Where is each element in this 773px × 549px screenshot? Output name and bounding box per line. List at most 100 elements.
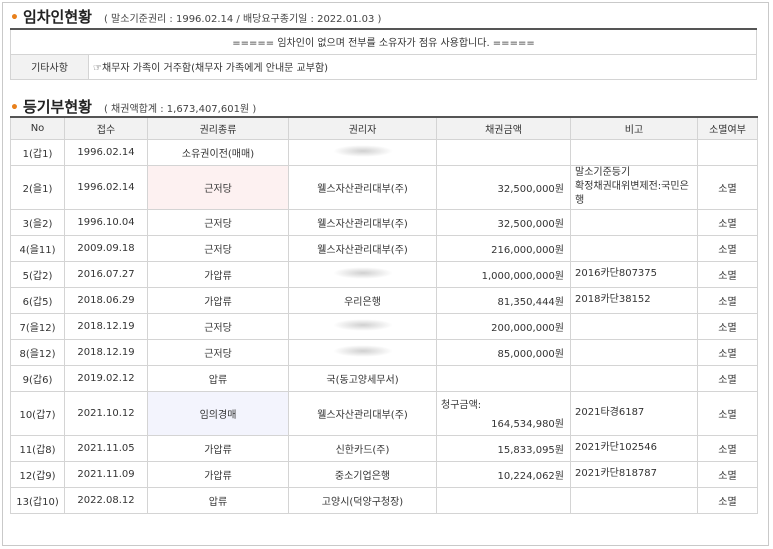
cell-date: 2018.06.29: [64, 286, 148, 314]
cell-holder: 중소기업은행: [288, 460, 437, 488]
cell-status: 소멸: [697, 312, 758, 340]
tenant-notice: ===== 임차인이 없으며 전부를 소유자가 점유 사용합니다. =====: [10, 28, 757, 55]
cell-type: 임의경매: [147, 390, 289, 436]
cell-holder: [288, 312, 437, 340]
etc-label: 기타사항: [10, 53, 89, 80]
cell-memo: [570, 364, 698, 392]
cell-memo: 2016카단807375: [570, 260, 698, 288]
registry-header-row: No 접수 권리종류 권리자 채권금액 비고 소멸여부: [10, 116, 758, 140]
cell-status: 소멸: [697, 208, 758, 236]
col-header-holder: 권리자: [288, 116, 437, 140]
cell-date: 2018.12.19: [64, 338, 148, 366]
table-row: 13(갑10) 2022.08.12 압류 고양시(덕양구청장) 소멸: [10, 486, 758, 514]
cell-no: 9(갑6): [10, 364, 65, 392]
cell-memo: [570, 338, 698, 366]
cell-date: 2016.07.27: [64, 260, 148, 288]
redacted-holder: [332, 344, 393, 357]
cell-status: 소멸: [697, 260, 758, 288]
registry-section-subtitle: ( 채권액합계 : 1,673,407,601원 ): [103, 104, 257, 115]
cell-amount: 32,500,000원: [436, 164, 571, 210]
cell-status: 소멸: [697, 338, 758, 366]
cell-date: 2021.11.05: [64, 434, 148, 462]
cell-date: 2009.09.18: [64, 234, 148, 262]
cell-memo: 2018카단38152: [570, 286, 698, 314]
cell-date: 2019.02.12: [64, 364, 148, 392]
bullet-icon: •: [10, 100, 19, 116]
cell-status: 소멸: [697, 364, 758, 392]
tenant-etc-row: 기타사항 ☞채무자 가족이 거주함(채무자 가족에게 안내문 교부함): [10, 53, 757, 80]
cell-no: 11(갑8): [10, 434, 65, 462]
cell-memo: [570, 234, 698, 262]
registry-table-body: 1(갑1) 1996.02.14 소유권이전(매매) 2(을1) 1996.02.14 근…: [10, 138, 758, 514]
cell-amount: 85,000,000원: [436, 338, 571, 366]
registry-section-header: • 등기부현황 ( 채권액합계 : 1,673,407,601원 ): [10, 96, 256, 117]
cell-no: 3(을2): [10, 208, 65, 236]
tenant-notice-row: ===== 임차인이 없으며 전부를 소유자가 점유 사용합니다. =====: [10, 28, 757, 55]
etc-value: ☞채무자 가족이 거주함(채무자 가족에게 안내문 교부함): [88, 53, 757, 80]
cell-amount: 10,224,062원: [436, 460, 571, 488]
cell-type: 압류: [147, 364, 289, 392]
cell-memo: [570, 312, 698, 340]
cell-type: 가압류: [147, 460, 289, 488]
cell-memo: 2021카단102546: [570, 434, 698, 462]
cell-memo: 2021카단818787: [570, 460, 698, 488]
table-row: 3(을2) 1996.10.04 근저당 웰스자산관리대부(주) 32,500,000원…: [10, 208, 758, 236]
redacted-holder: [332, 144, 393, 157]
table-row: 6(갑5) 2018.06.29 가압류 우리은행 81,350,444원 2018카단3…: [10, 286, 758, 314]
cell-memo: 2021타경6187: [570, 390, 698, 436]
cell-holder: 웰스자산관리대부(주): [288, 208, 437, 236]
cell-type: 가압류: [147, 286, 289, 314]
cell-date: 2021.10.12: [64, 390, 148, 436]
cell-type: 가압류: [147, 434, 289, 462]
cell-type: 근저당: [147, 208, 289, 236]
cell-holder: 고양시(덕양구청장): [288, 486, 437, 514]
table-row: 10(갑7) 2021.10.12 임의경매 웰스자산관리대부(주) 청구금액: 164,…: [10, 390, 758, 436]
cell-holder: 우리은행: [288, 286, 437, 314]
cell-holder: 웰스자산관리대부(주): [288, 234, 437, 262]
tenant-section-header: • 임차인현황 ( 말소기준권리 : 1996.02.14 / 배당요구종기일 …: [10, 6, 381, 27]
cell-holder: 웰스자산관리대부(주): [288, 164, 437, 210]
claim-amount-label: 청구금액:: [441, 400, 482, 411]
cell-amount: [436, 364, 571, 392]
cell-status: 소멸: [697, 390, 758, 436]
cell-status: 소멸: [697, 286, 758, 314]
table-row: 4(을11) 2009.09.18 근저당 웰스자산관리대부(주) 216,000,00…: [10, 234, 758, 262]
cell-status: 소멸: [697, 234, 758, 262]
cell-holder: 국(동고양세무서): [288, 364, 437, 392]
col-header-date: 접수: [64, 116, 148, 140]
cell-memo: [570, 208, 698, 236]
claim-amount-value: 164,534,980원: [491, 419, 564, 430]
cell-type: 근저당: [147, 312, 289, 340]
cell-date: 1996.02.14: [64, 164, 148, 210]
cell-no: 5(갑2): [10, 260, 65, 288]
redacted-holder: [332, 266, 393, 279]
cell-amount: 81,350,444원: [436, 286, 571, 314]
cell-date: 2021.11.09: [64, 460, 148, 488]
cell-status: 소멸: [697, 164, 758, 210]
col-header-amount: 채권금액: [436, 116, 571, 140]
cell-status: [697, 138, 758, 166]
registry-table: No 접수 권리종류 권리자 채권금액 비고 소멸여부 1(갑1) 1996.02…: [10, 116, 758, 514]
cell-type: 소유권이전(매매): [147, 138, 289, 166]
cell-amount: 1,000,000,000원: [436, 260, 571, 288]
col-header-no: No: [10, 116, 65, 140]
cell-type: 압류: [147, 486, 289, 514]
table-row: 2(을1) 1996.02.14 근저당 웰스자산관리대부(주) 32,500,000원…: [10, 164, 758, 210]
cell-amount: 15,833,095원: [436, 434, 571, 462]
cell-amount: 청구금액: 164,534,980원: [436, 390, 571, 436]
cell-date: 1996.10.04: [64, 208, 148, 236]
cell-no: 8(을12): [10, 338, 65, 366]
cell-date: 2018.12.19: [64, 312, 148, 340]
cell-type: 근저당: [147, 164, 289, 210]
table-row: 5(갑2) 2016.07.27 가압류 1,000,000,000원 2016카단80…: [10, 260, 758, 288]
tenant-section-subtitle: ( 말소기준권리 : 1996.02.14 / 배당요구종기일 : 2022.0…: [103, 14, 382, 25]
registry-section-title: 등기부현황: [22, 98, 92, 116]
table-row: 11(갑8) 2021.11.05 가압류 신한카드(주) 15,833,095원 202…: [10, 434, 758, 462]
col-header-type: 권리종류: [147, 116, 289, 140]
table-row: 1(갑1) 1996.02.14 소유권이전(매매): [10, 138, 758, 166]
cell-no: 7(을12): [10, 312, 65, 340]
cell-holder: [288, 338, 437, 366]
cell-no: 6(갑5): [10, 286, 65, 314]
cell-no: 2(을1): [10, 164, 65, 210]
col-header-status: 소멸여부: [697, 116, 758, 140]
